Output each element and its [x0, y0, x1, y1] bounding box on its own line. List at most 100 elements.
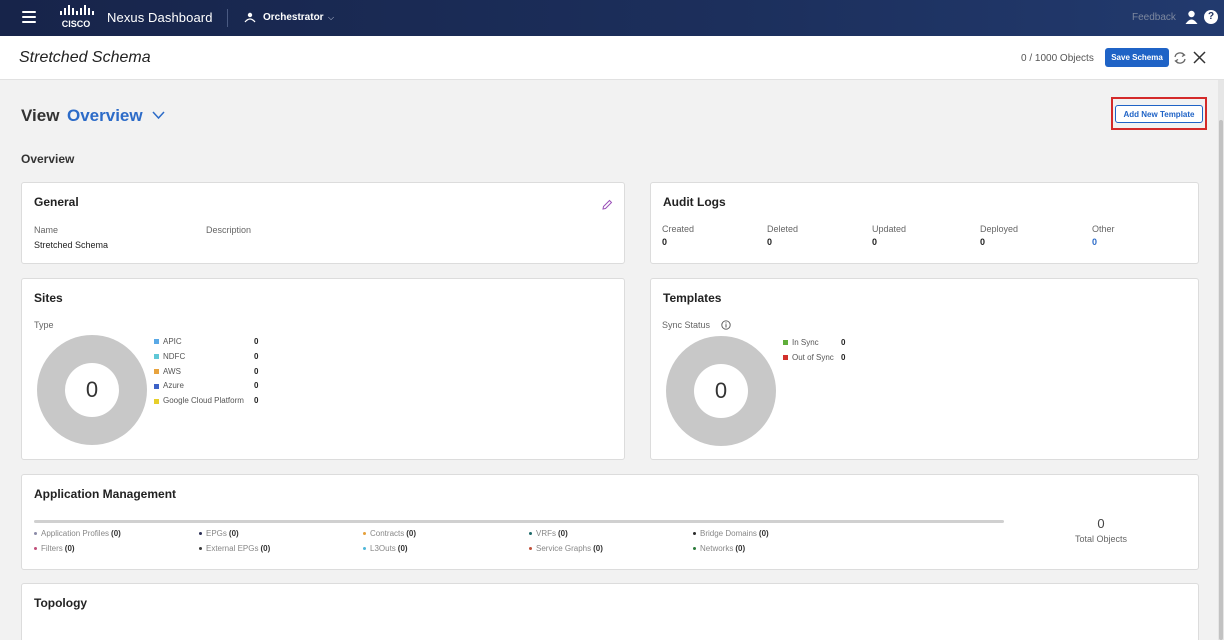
audit-other-value[interactable]: 0 [1092, 237, 1097, 247]
card-title: General [34, 195, 79, 209]
type-label: Type [34, 320, 54, 330]
app-object-count: (0) [558, 529, 568, 538]
legend-label: Google Cloud Platform [163, 396, 244, 406]
sites-donut-chart: 0 [37, 335, 147, 445]
schema-header: Stretched Schema 0 / 1000 Objects Save S… [0, 36, 1224, 80]
legend-value: 0 [841, 338, 846, 347]
bullet-icon [34, 547, 37, 551]
app-object-item: VRFs (0) [529, 529, 568, 538]
service-switcher[interactable]: Orchestrator [263, 12, 324, 23]
section-title: Overview [21, 152, 75, 166]
card-title: Sites [34, 291, 63, 305]
hamburger-menu-icon[interactable] [22, 11, 36, 23]
app-object-item: Contracts (0) [363, 529, 416, 538]
topology-card: Topology [21, 583, 1199, 640]
app-object-item: EPGs (0) [199, 529, 239, 538]
edit-icon[interactable] [602, 199, 613, 210]
user-icon[interactable] [1185, 10, 1198, 24]
bullet-icon [693, 547, 696, 551]
save-schema-button[interactable]: Save Schema [1105, 48, 1169, 67]
chevron-down-icon[interactable] [152, 110, 165, 120]
name-value: Stretched Schema [34, 240, 109, 250]
legend-label: NDFC [163, 351, 186, 361]
legend-value: 0 [841, 352, 846, 362]
name-label: Name [34, 225, 59, 235]
legend-label: Azure [163, 381, 184, 391]
bullet-icon [529, 532, 532, 536]
page-scrollbar[interactable] [1218, 80, 1224, 640]
app-object-count: (0) [735, 544, 746, 553]
highlight-box: Add New Template [1111, 97, 1207, 130]
legend-value: 0 [254, 381, 259, 391]
legend-item: Azure [154, 381, 184, 390]
app-object-count: (0) [64, 544, 75, 553]
app-object-item: Filters (0) [34, 544, 75, 553]
audit-deleted-label: Deleted [767, 224, 799, 234]
app-object-count: (0) [260, 544, 271, 553]
legend-value: 0 [254, 396, 259, 406]
templates-donut-chart: 0 [666, 336, 776, 446]
app-brand-name: Nexus Dashboard [107, 10, 213, 25]
legend-item: APIC [154, 337, 182, 346]
app-object-count: (0) [593, 544, 603, 553]
legend-value: 0 [254, 366, 259, 376]
audit-other-label: Other [1092, 224, 1115, 234]
templates-total: 0 [694, 364, 748, 418]
legend-swatch [154, 398, 159, 404]
legend-item: NDFC [154, 352, 185, 361]
sites-total: 0 [65, 363, 119, 417]
app-object-item: External EPGs (0) [199, 544, 270, 553]
audit-created-value: 0 [662, 237, 668, 247]
sites-card: Sites Type 0 APIC 0 NDFC 0 AWS 0 Azure 0 Google … [21, 278, 625, 460]
top-navigation-bar: CISCO Nexus Dashboard Orchestrator ⌵ Fee… [0, 0, 1224, 36]
legend-value: 0 [254, 337, 259, 346]
app-object-count: (0) [406, 529, 417, 538]
app-object-label: Networks [700, 544, 734, 553]
card-title: Application Management [34, 487, 177, 501]
description-label: Description [206, 225, 252, 235]
schema-title: Stretched Schema [19, 49, 151, 66]
legend-swatch [783, 340, 788, 346]
legend-label: AWS [163, 366, 181, 376]
objects-progress-bar [34, 520, 1004, 523]
bullet-icon [199, 547, 202, 551]
legend-label: Out of Sync [792, 352, 834, 362]
app-object-count: (0) [397, 544, 408, 553]
add-new-template-button[interactable]: Add New Template [1115, 105, 1203, 123]
card-title: Audit Logs [663, 195, 726, 209]
audit-logs-card: Audit Logs Created 0 Deleted 0 Updated 0… [650, 182, 1199, 264]
legend-value: 0 [254, 351, 259, 361]
app-object-item: Service Graphs (0) [529, 544, 603, 553]
bullet-icon [34, 532, 37, 536]
legend-label: In Sync [792, 338, 819, 347]
legend-item: Out of Sync [783, 353, 834, 362]
info-icon[interactable] [721, 320, 731, 330]
total-objects-label: Total Objects [1074, 534, 1128, 544]
bullet-icon [693, 532, 696, 536]
feedback-link[interactable]: Feedback [1132, 12, 1176, 23]
audit-created-label: Created [662, 224, 695, 234]
app-object-item: Bridge Domains (0) [693, 529, 769, 538]
view-selector[interactable]: Overview [67, 106, 143, 126]
refresh-icon[interactable] [1173, 51, 1187, 65]
audit-deployed-value: 0 [980, 237, 986, 247]
help-icon[interactable]: ? [1204, 10, 1218, 24]
app-object-item: Networks (0) [693, 544, 745, 553]
scrollbar-thumb[interactable] [1219, 120, 1223, 640]
legend-swatch [154, 368, 159, 374]
audit-deployed-label: Deployed [980, 224, 1019, 234]
legend-swatch [783, 355, 788, 361]
bullet-icon [363, 532, 366, 536]
legend-swatch [154, 339, 159, 345]
close-icon[interactable] [1193, 51, 1206, 64]
chevron-down-icon[interactable]: ⌵ [328, 13, 334, 23]
bullet-icon [529, 547, 532, 551]
app-object-label: Application Profiles [41, 529, 110, 538]
audit-deleted-value: 0 [767, 237, 773, 247]
legend-swatch [154, 383, 159, 389]
app-object-label: Bridge Domains [700, 529, 757, 538]
app-object-count: (0) [228, 529, 239, 538]
app-object-label: Contracts [370, 529, 405, 538]
legend-item: AWS [154, 367, 181, 376]
general-card: General Name Stretched Schema Descriptio… [21, 182, 625, 264]
